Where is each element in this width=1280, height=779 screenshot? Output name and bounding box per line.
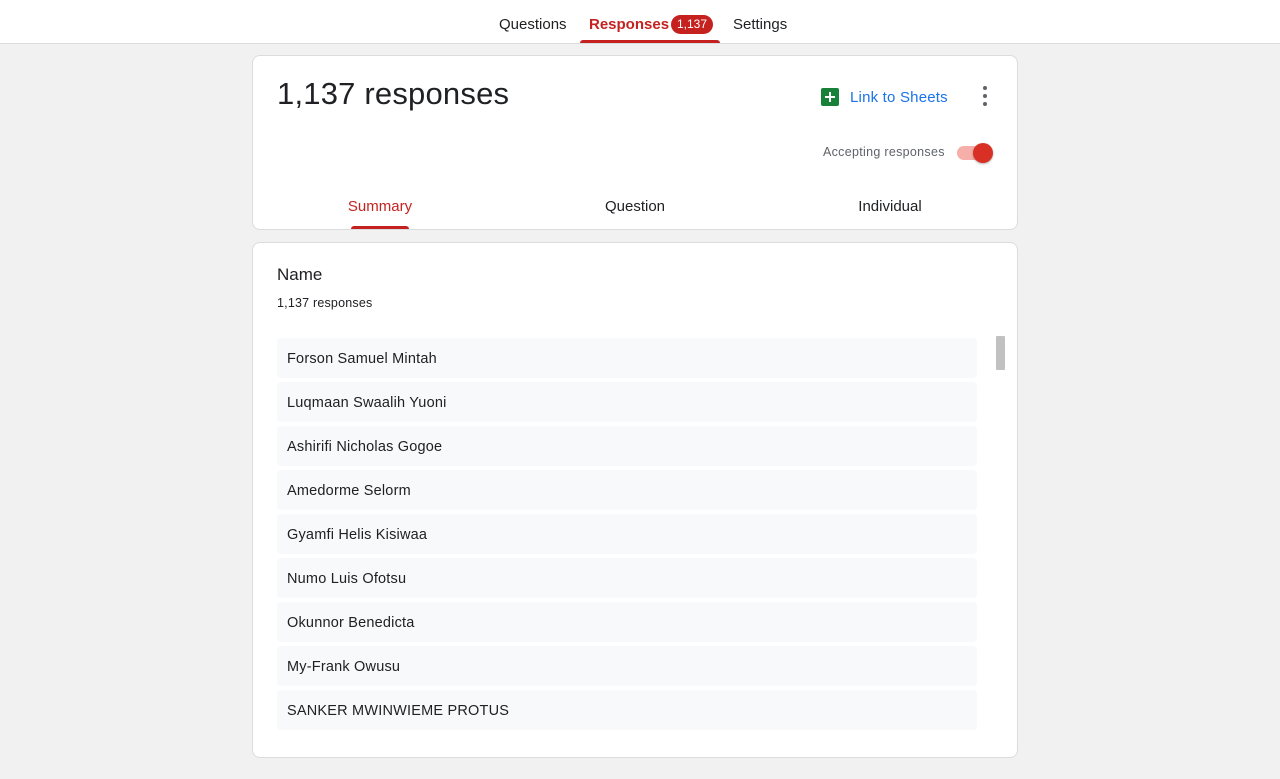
sheets-icon	[821, 88, 839, 106]
tab-settings[interactable]: Settings	[733, 0, 787, 43]
list-item: Numo Luis Ofotsu	[277, 558, 977, 598]
active-tab-indicator	[580, 40, 720, 43]
top-nav: Questions Responses 1,137 Settings	[0, 0, 1280, 44]
more-options-button[interactable]	[973, 84, 997, 108]
question-summary-card: Name 1,137 responses Forson Samuel Minta…	[252, 242, 1018, 758]
list-item: Amedorme Selorm	[277, 470, 977, 510]
list-item: Luqmaan Swaalih Yuoni	[277, 382, 977, 422]
list-item: My-Frank Owusu	[277, 646, 977, 686]
link-to-sheets-label: Link to Sheets	[850, 88, 948, 106]
tab-summary[interactable]: Summary	[300, 198, 460, 215]
tab-question[interactable]: Question	[555, 198, 715, 215]
page-title: 1,137 responses	[277, 76, 510, 111]
answer-list[interactable]: Forson Samuel Mintah Luqmaan Swaalih Yuo…	[277, 338, 977, 738]
accepting-responses-toggle[interactable]	[957, 143, 995, 163]
list-item: Forson Samuel Mintah	[277, 338, 977, 378]
answer-list-scrollbar[interactable]	[996, 336, 1005, 370]
list-item: Okunnor Benedicta	[277, 602, 977, 642]
list-item: Gyamfi Helis Kisiwaa	[277, 514, 977, 554]
more-vert-icon-dot	[983, 102, 987, 106]
responses-count-badge: 1,137	[671, 15, 714, 34]
accepting-responses-label: Accepting responses	[823, 145, 945, 159]
tab-responses[interactable]: Responses	[589, 0, 669, 43]
toggle-knob	[973, 143, 993, 163]
tab-questions[interactable]: Questions	[499, 0, 567, 43]
more-vert-icon-dot	[983, 94, 987, 98]
question-response-count: 1,137 responses	[277, 296, 373, 310]
list-item: SANKER MWINWIEME PROTUS	[277, 690, 977, 730]
question-title: Name	[277, 265, 323, 284]
summary-tab-indicator	[351, 226, 409, 229]
tab-individual[interactable]: Individual	[810, 198, 970, 215]
responses-header-card: 1,137 responses Link to Sheets Accepting…	[252, 55, 1018, 230]
list-item: Ashirifi Nicholas Gogoe	[277, 426, 977, 466]
link-to-sheets-button[interactable]: Link to Sheets	[821, 86, 948, 108]
more-vert-icon	[983, 86, 987, 90]
